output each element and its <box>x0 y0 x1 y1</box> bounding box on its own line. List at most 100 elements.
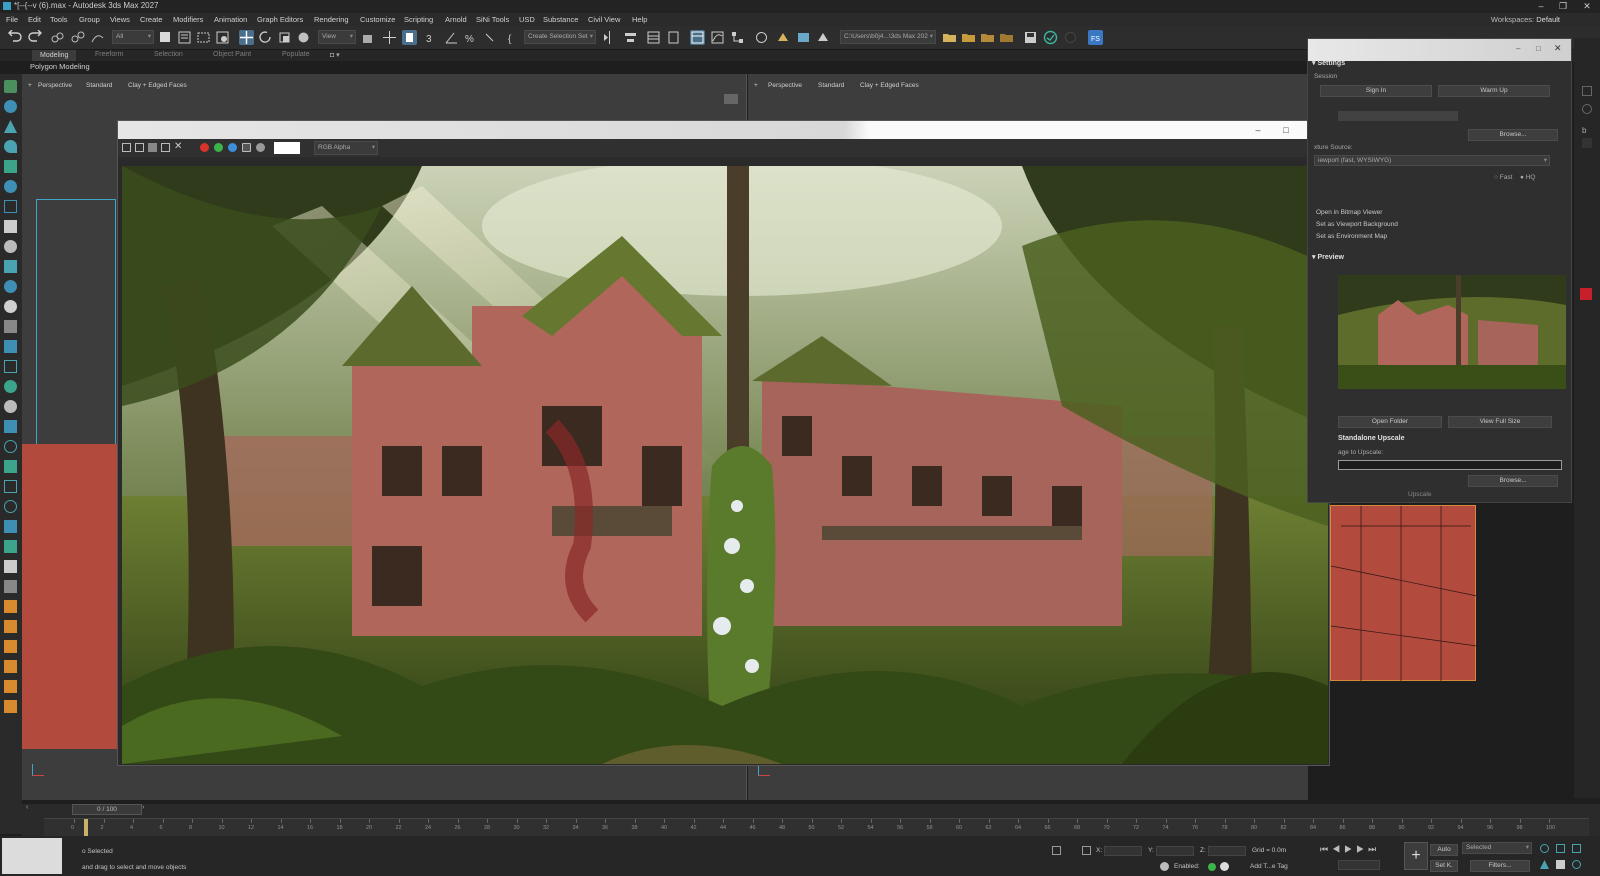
warm-up-button[interactable]: Warm Up <box>1438 85 1550 97</box>
globe-icon[interactable] <box>1063 30 1078 45</box>
select-by-name-icon[interactable] <box>177 30 192 45</box>
sign-in-button[interactable]: Sign In <box>1320 85 1432 97</box>
menu-help[interactable]: Help <box>632 15 647 24</box>
standalone-upscale-section-title[interactable]: Standalone Upscale <box>1338 435 1405 442</box>
absolute-mode-icon[interactable] <box>1082 846 1091 855</box>
orbit-icon[interactable] <box>1572 860 1581 869</box>
list-icon[interactable] <box>4 480 17 493</box>
adaptive-degradation-icon[interactable] <box>1160 862 1169 871</box>
upscale-button[interactable]: Upscale <box>1408 491 1431 498</box>
sphere-icon[interactable] <box>4 380 17 393</box>
preview-thumbnail[interactable] <box>1338 275 1566 389</box>
mirror-icon[interactable] <box>602 30 617 45</box>
spinner-snap-icon[interactable] <box>482 30 497 45</box>
browse-button-1[interactable]: Browse... <box>1468 129 1558 141</box>
maxscript-listener-thumb[interactable] <box>2 838 62 874</box>
project-folder-dropdown[interactable]: C:\Users\b0j4...\3ds Max 202 <box>840 30 936 44</box>
layer-icon[interactable] <box>4 420 17 433</box>
spacewarps-icon[interactable] <box>4 300 17 313</box>
viewport-shading-label[interactable]: Standard <box>86 82 112 89</box>
tool-icon[interactable] <box>1582 86 1592 96</box>
manipulate-icon[interactable] <box>382 30 397 45</box>
unlink-icon[interactable] <box>70 30 85 45</box>
check-icon[interactable] <box>1043 30 1058 45</box>
info-icon[interactable] <box>4 500 17 513</box>
time-prev-icon[interactable]: ‹ <box>26 804 36 815</box>
shapes-icon[interactable] <box>4 220 17 233</box>
edit-named-selection-icon[interactable]: { <box>505 30 520 45</box>
layer-explorer-icon[interactable] <box>666 30 681 45</box>
quality-hq-radio[interactable]: ● HQ <box>1520 174 1535 181</box>
pan-icon[interactable] <box>1556 860 1565 869</box>
select-object-icon[interactable] <box>158 30 173 45</box>
set-key-mode-button[interactable]: Set K. <box>1430 860 1458 872</box>
menu-tools[interactable]: Tools <box>50 15 68 24</box>
close-button[interactable]: ✕ <box>1578 0 1596 13</box>
viewport-style-label[interactable]: Clay + Edged Faces <box>128 82 187 89</box>
viewcube-icon[interactable] <box>724 94 738 104</box>
ribbon-tab-modeling[interactable]: Modeling <box>32 50 77 61</box>
maximize-button[interactable]: □ <box>1536 44 1546 54</box>
settings-section-title[interactable]: ▾ Settings <box>1312 59 1345 67</box>
pivot-center-icon[interactable] <box>360 30 375 45</box>
y-coord-input[interactable] <box>1156 846 1194 856</box>
plugin-c-icon[interactable] <box>4 680 17 693</box>
menu-group[interactable]: Group <box>79 15 100 24</box>
rail-clone-icon[interactable] <box>4 600 17 613</box>
asset-tracking-icon[interactable] <box>980 30 995 45</box>
utilities-panel-icon[interactable] <box>4 180 17 193</box>
pivot-icon[interactable] <box>4 340 17 353</box>
bind-spacewarp-icon[interactable] <box>90 30 105 45</box>
undo-icon[interactable] <box>8 29 23 45</box>
grid-icon[interactable] <box>4 360 17 373</box>
motion-panel-icon[interactable] <box>4 140 17 153</box>
quality-fast-radio[interactable]: ○ Fast <box>1494 174 1512 181</box>
auto-key-button[interactable]: Auto <box>1430 844 1458 856</box>
enabled-toggle[interactable] <box>1208 863 1216 871</box>
rect-selection-icon[interactable] <box>196 30 211 45</box>
schematic-view-icon[interactable] <box>730 30 745 45</box>
placement-icon[interactable] <box>296 30 311 45</box>
time-next-icon[interactable]: › <box>142 804 152 815</box>
viewport-pov-label[interactable]: Perspective <box>768 82 802 89</box>
paint-icon[interactable] <box>4 560 17 573</box>
sync-folder-icon[interactable] <box>999 30 1014 45</box>
menu-usd[interactable]: USD <box>519 15 535 24</box>
menu-modifiers[interactable]: Modifiers <box>173 15 203 24</box>
snaps-toggle-icon[interactable]: 3 <box>425 30 440 45</box>
render-window-titlebar[interactable]: – □ ✕ <box>118 121 1329 139</box>
redo-icon[interactable] <box>27 29 42 45</box>
viewport-menu[interactable]: + <box>28 82 32 89</box>
viewport-shading-label[interactable]: Standard <box>818 82 844 89</box>
ribbon-tab-selection[interactable]: Selection <box>154 51 183 58</box>
link-icon[interactable] <box>50 30 65 45</box>
add-time-tag-button[interactable]: Add T...e Tag <box>1250 863 1288 870</box>
background-color-swatch[interactable] <box>274 142 300 154</box>
key-filters-button[interactable]: Filters... <box>1470 860 1530 872</box>
preview-section-title[interactable]: ▾ Preview <box>1312 253 1344 261</box>
reference-coordinate-dropdown[interactable]: View <box>318 30 356 44</box>
time-slider[interactable]: 0 / 100 <box>72 804 142 815</box>
render-setup-icon[interactable] <box>776 30 791 45</box>
open-folder-icon[interactable] <box>942 30 957 45</box>
green-channel-icon[interactable] <box>214 143 223 152</box>
zoom-icon[interactable] <box>1540 844 1549 853</box>
menu-create[interactable]: Create <box>140 15 163 24</box>
image-to-upscale-input[interactable] <box>1338 460 1562 470</box>
color-swatch[interactable] <box>1580 288 1592 300</box>
menu-civil-view[interactable]: Civil View <box>588 15 620 24</box>
zoom-all-icon[interactable] <box>1556 844 1565 853</box>
display-panel-icon[interactable] <box>4 160 17 173</box>
ribbon-tab-populate[interactable]: Populate <box>282 51 310 58</box>
scale-icon[interactable] <box>277 30 292 45</box>
viewport-style-label[interactable]: Clay + Edged Faces <box>860 82 919 89</box>
percent-snap-icon[interactable]: % <box>463 30 478 45</box>
forest-pack-icon[interactable] <box>4 620 17 633</box>
menu-rendering[interactable]: Rendering <box>314 15 349 24</box>
plugin-b-icon[interactable] <box>4 660 17 673</box>
hierarchy-panel-icon[interactable] <box>4 120 17 133</box>
ribbon-options-icon[interactable]: ◘ ▾ <box>330 51 340 59</box>
render-production-icon[interactable] <box>816 30 831 45</box>
menu-sini-tools[interactable]: SiNi Tools <box>476 15 509 24</box>
minimize-button[interactable]: – <box>1532 0 1550 13</box>
